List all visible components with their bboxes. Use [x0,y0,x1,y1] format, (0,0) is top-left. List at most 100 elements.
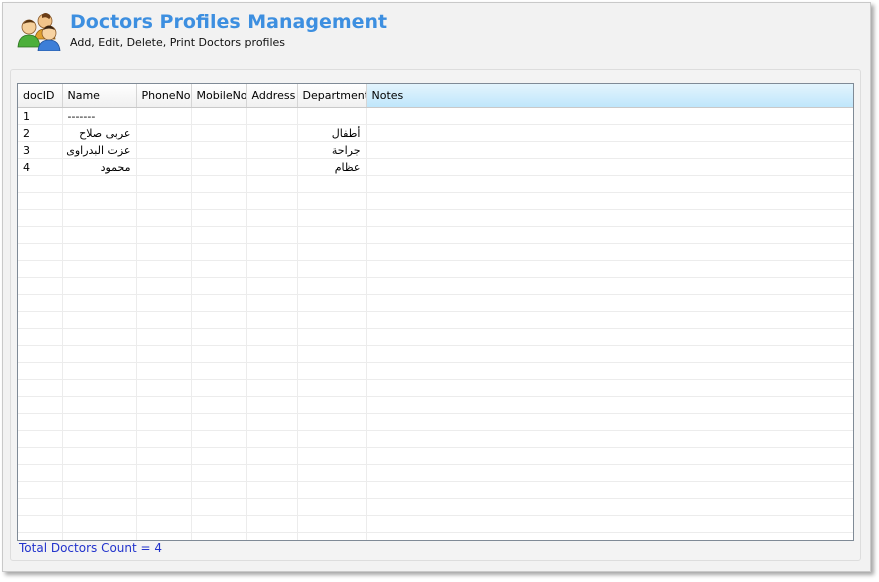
doctors-table: docID Name PhoneNo MobileNo Address Depa… [18,84,853,540]
empty-grid-row [18,311,853,329]
column-header-address[interactable]: Address [246,84,298,108]
empty-cell [297,447,367,465]
empty-cell [297,515,367,533]
empty-cell [246,515,298,533]
empty-cell [297,379,367,397]
cell-name[interactable]: ------- [62,107,137,125]
empty-cell [191,447,247,465]
empty-cell [62,192,137,210]
empty-cell [297,498,367,516]
cell-docid[interactable]: 4 [18,158,63,176]
cell-name[interactable]: عزت البدراوى [62,141,137,159]
cell-department[interactable] [297,107,367,125]
empty-cell [136,345,192,363]
empty-grid-row [18,413,853,431]
empty-cell [297,481,367,499]
empty-cell [136,481,192,499]
cell-department[interactable]: جراحة [297,141,367,159]
grid-panel: docID Name PhoneNo MobileNo Address Depa… [10,69,861,561]
empty-cell [297,532,367,540]
empty-cell [246,498,298,516]
empty-cell [136,532,192,540]
empty-cell [246,464,298,482]
cell-notes[interactable] [366,124,853,142]
empty-cell [136,413,192,431]
cell-phoneno[interactable] [136,107,192,125]
cell-address[interactable] [246,141,298,159]
cell-phoneno[interactable] [136,124,192,142]
empty-cell [366,328,853,346]
cell-notes[interactable] [366,107,853,125]
empty-cell [18,515,63,533]
cell-mobileno[interactable] [191,107,247,125]
cell-department[interactable]: أطفال [297,124,367,142]
cell-address[interactable] [246,124,298,142]
column-header-docid[interactable]: docID [18,84,63,108]
empty-cell [191,277,247,295]
empty-cell [62,175,137,193]
empty-cell [191,345,247,363]
cell-docid[interactable]: 3 [18,141,63,159]
cell-phoneno[interactable] [136,158,192,176]
empty-cell [136,243,192,261]
empty-cell [246,294,298,312]
table-row[interactable]: 4 محمود عظام [18,158,853,176]
cell-name[interactable]: محمود [62,158,137,176]
empty-cell [136,430,192,448]
empty-cell [62,294,137,312]
cell-mobileno[interactable] [191,124,247,142]
empty-cell [18,294,63,312]
empty-cell [62,311,137,329]
empty-cell [191,294,247,312]
empty-cell [136,396,192,414]
empty-cell [136,447,192,465]
empty-cell [136,226,192,244]
cell-notes[interactable] [366,158,853,176]
cell-address[interactable] [246,158,298,176]
table-row[interactable]: 2 عربى صلاح أطفال [18,124,853,142]
empty-cell [191,311,247,329]
empty-cell [246,175,298,193]
cell-name[interactable]: عربى صلاح [62,124,137,142]
empty-cell [62,277,137,295]
empty-cell [136,379,192,397]
cell-phoneno[interactable] [136,141,192,159]
empty-cell [366,464,853,482]
cell-docid[interactable]: 2 [18,124,63,142]
empty-cell [18,328,63,346]
empty-grid-row [18,498,853,516]
cell-notes[interactable] [366,141,853,159]
table-row[interactable]: 3 عزت البدراوى جراحة [18,141,853,159]
cell-mobileno[interactable] [191,141,247,159]
empty-grid-row [18,447,853,465]
empty-cell [62,260,137,278]
empty-cell [297,277,367,295]
empty-cell [136,498,192,516]
column-header-mobileno[interactable]: MobileNo [191,84,247,108]
cell-mobileno[interactable] [191,158,247,176]
empty-grid-row [18,277,853,295]
cell-address[interactable] [246,107,298,125]
empty-cell [191,328,247,346]
empty-cell [62,464,137,482]
column-header-name[interactable]: Name [62,84,137,108]
empty-cell [136,294,192,312]
empty-cell [297,226,367,244]
empty-cell [136,277,192,295]
empty-cell [366,498,853,516]
empty-cell [62,243,137,261]
empty-cell [191,362,247,380]
doctors-grid[interactable]: docID Name PhoneNo MobileNo Address Depa… [17,83,854,541]
table-row[interactable]: 1 ------- [18,107,853,125]
empty-cell [366,243,853,261]
empty-cell [297,430,367,448]
empty-cell [62,430,137,448]
empty-cell [366,311,853,329]
empty-cell [18,277,63,295]
column-header-department[interactable]: Department [297,84,367,108]
cell-department[interactable]: عظام [297,158,367,176]
empty-cell [18,430,63,448]
column-header-phoneno[interactable]: PhoneNo [136,84,192,108]
column-header-notes[interactable]: Notes [365,84,853,108]
cell-docid[interactable]: 1 [18,107,63,125]
